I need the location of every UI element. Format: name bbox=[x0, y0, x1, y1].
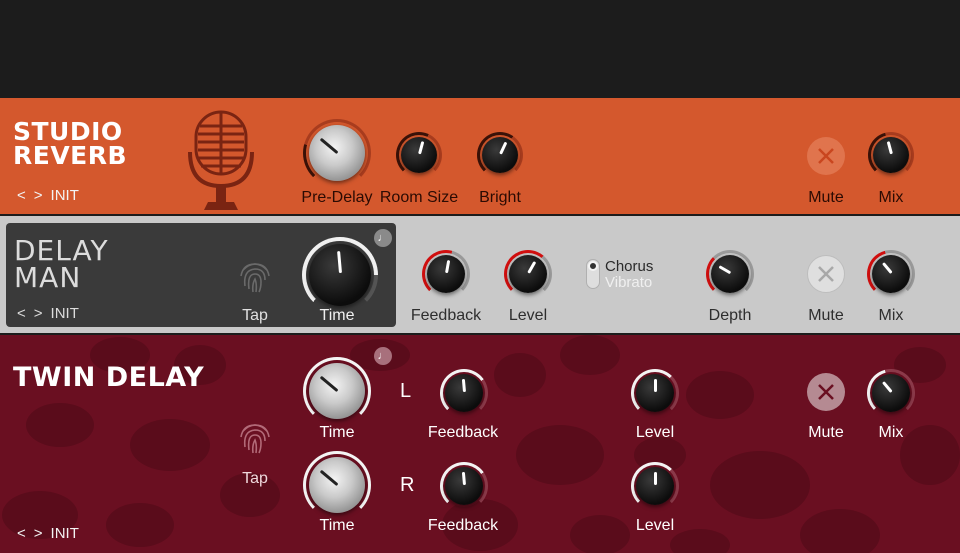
right-feedback-label: Feedback bbox=[427, 517, 499, 534]
mode-switch[interactable] bbox=[586, 259, 600, 289]
pre-delay-knob[interactable] bbox=[303, 119, 371, 187]
delay-man-panel: DELAY MAN < > INIT Tap Time ♩ Feedback L… bbox=[0, 216, 960, 333]
studio-reverb-title: STUDIO REVERB bbox=[13, 119, 128, 170]
preset-prev-button[interactable]: < bbox=[17, 305, 26, 322]
fingerprint-icon[interactable] bbox=[235, 417, 275, 457]
close-icon bbox=[818, 266, 834, 282]
mix-knob[interactable] bbox=[868, 132, 914, 178]
mute-button[interactable] bbox=[807, 255, 845, 293]
tap-label: Tap bbox=[242, 470, 268, 487]
left-time-knob[interactable] bbox=[303, 357, 371, 425]
bright-label: Bright bbox=[479, 189, 521, 206]
top-bar bbox=[0, 0, 960, 98]
preset-name[interactable]: INIT bbox=[51, 525, 79, 542]
mix-label: Mix bbox=[878, 189, 904, 206]
preset-selector: < > INIT bbox=[17, 187, 79, 204]
twin-delay-panel: TWIN DELAY < > INIT Tap Time ♩ L Feedbac… bbox=[0, 335, 960, 553]
tempo-sync-icon[interactable]: ♩ bbox=[374, 347, 392, 365]
bright-knob[interactable] bbox=[477, 132, 523, 178]
mute-button[interactable] bbox=[807, 137, 845, 175]
left-feedback-knob[interactable] bbox=[440, 369, 488, 417]
mode-option-chorus[interactable]: Chorus bbox=[605, 258, 653, 275]
right-time-label: Time bbox=[319, 517, 355, 534]
level-knob[interactable] bbox=[504, 250, 552, 298]
microphone-icon bbox=[188, 110, 254, 210]
delay-man-title: DELAY MAN bbox=[14, 237, 109, 294]
preset-prev-button[interactable]: < bbox=[17, 525, 26, 542]
studio-reverb-panel: STUDIO REVERB < > INIT Pre-Delay Room Si… bbox=[0, 98, 960, 214]
left-channel-label: L bbox=[400, 380, 412, 402]
title-line-2: MAN bbox=[14, 260, 82, 294]
mute-button[interactable] bbox=[807, 373, 845, 411]
preset-name[interactable]: INIT bbox=[51, 187, 79, 204]
depth-knob[interactable] bbox=[706, 250, 754, 298]
mix-label: Mix bbox=[878, 424, 904, 441]
mix-knob[interactable] bbox=[867, 250, 915, 298]
right-level-label: Level bbox=[635, 517, 675, 534]
preset-next-button[interactable]: > bbox=[34, 525, 43, 542]
preset-prev-button[interactable]: < bbox=[17, 187, 26, 204]
time-knob[interactable] bbox=[302, 237, 378, 313]
right-time-knob[interactable] bbox=[303, 451, 371, 519]
preset-selector: < > INIT bbox=[17, 305, 79, 322]
room-size-knob[interactable] bbox=[396, 132, 442, 178]
mode-switch-thumb bbox=[588, 261, 598, 271]
left-level-label: Level bbox=[635, 424, 675, 441]
level-label: Level bbox=[508, 307, 548, 324]
close-icon bbox=[818, 148, 834, 164]
fingerprint-icon[interactable] bbox=[235, 256, 275, 296]
preset-name[interactable]: INIT bbox=[51, 305, 79, 322]
right-feedback-knob[interactable] bbox=[440, 462, 488, 510]
preset-next-button[interactable]: > bbox=[34, 305, 43, 322]
feedback-knob[interactable] bbox=[422, 250, 470, 298]
mix-knob[interactable] bbox=[867, 369, 915, 417]
close-icon bbox=[818, 384, 834, 400]
tempo-sync-icon[interactable]: ♩ bbox=[374, 229, 392, 247]
left-level-knob[interactable] bbox=[631, 369, 679, 417]
right-level-knob[interactable] bbox=[631, 462, 679, 510]
left-time-label: Time bbox=[319, 424, 355, 441]
preset-next-button[interactable]: > bbox=[34, 187, 43, 204]
time-label: Time bbox=[319, 307, 355, 324]
twin-delay-title: TWIN DELAY bbox=[13, 362, 205, 393]
title-line-2: REVERB bbox=[13, 140, 128, 170]
mix-label: Mix bbox=[878, 307, 904, 324]
mode-option-vibrato[interactable]: Vibrato bbox=[605, 274, 652, 291]
right-channel-label: R bbox=[400, 474, 415, 496]
preset-selector: < > INIT bbox=[17, 525, 79, 542]
left-feedback-label: Feedback bbox=[427, 424, 499, 441]
